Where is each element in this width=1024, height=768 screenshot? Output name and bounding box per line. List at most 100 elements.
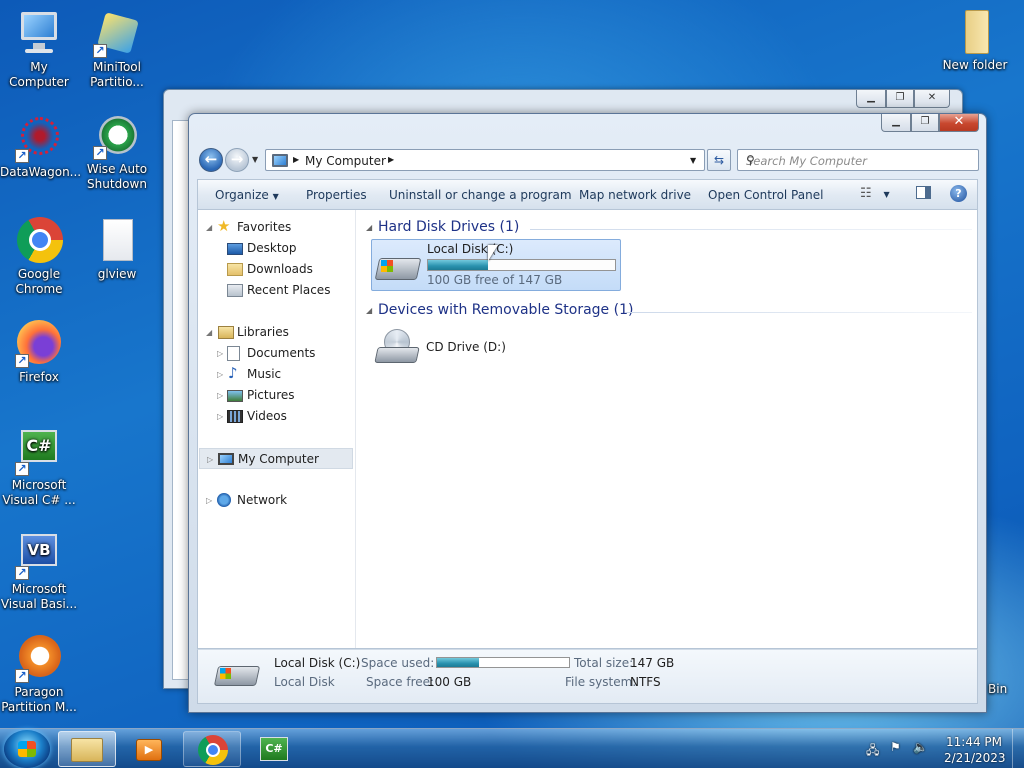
properties-button[interactable]: Properties (306, 188, 367, 202)
preview-pane-button[interactable] (916, 186, 931, 202)
nav-favorites[interactable]: ◢ ★ Favorites (198, 217, 354, 238)
arrow-right-icon: → (230, 150, 244, 168)
group-header-removable-storage[interactable]: Devices with Removable Storage (1) (378, 302, 633, 318)
drive-tile-cd-drive-d[interactable]: CD Drive (D:) (371, 324, 571, 374)
close-button[interactable]: ✕ (914, 90, 950, 108)
group-collapse-icon[interactable]: ◢ (366, 306, 372, 315)
help-button[interactable]: ? (950, 185, 967, 202)
minimize-button[interactable]: ▁ (881, 114, 911, 132)
group-collapse-icon[interactable]: ◢ (366, 223, 372, 232)
nav-libraries[interactable]: ◢ Libraries (198, 322, 354, 343)
desktop-icon-firefox[interactable]: ↗ Firefox (0, 320, 78, 385)
details-space-free-label: Space free: (366, 675, 435, 689)
details-drive-type: Local Disk (274, 675, 335, 689)
expand-arrow-icon[interactable]: ◢ (206, 322, 212, 343)
details-capacity-bar (436, 657, 570, 668)
desktop-icon-chrome[interactable]: Google Chrome (0, 217, 78, 297)
content-area: ◢ ★ Favorites Desktop Downloads Recent P… (197, 209, 978, 649)
breadcrumb-my-computer[interactable]: My Computer (305, 154, 386, 168)
visual-csharp-icon: C# ↗ (15, 428, 63, 476)
minimize-button[interactable]: ▁ (856, 90, 886, 108)
breadcrumb-separator-icon[interactable]: ▶ (293, 155, 299, 164)
nav-pictures[interactable]: ▷ Pictures (198, 385, 354, 406)
volume-icon[interactable]: 🔈 (913, 740, 928, 754)
media-player-icon: ▶ (136, 739, 162, 761)
maximize-button[interactable]: ❐ (886, 90, 914, 108)
collapse-arrow-icon[interactable]: ▷ (217, 385, 223, 406)
collapse-arrow-icon[interactable]: ▷ (217, 364, 223, 385)
maximize-button[interactable]: ❐ (911, 114, 939, 132)
details-file-system-label: File system: (565, 675, 637, 689)
address-dropdown-icon[interactable]: ▼ (690, 156, 696, 165)
drive-name: Local Disk (C:) (427, 242, 514, 256)
nav-desktop[interactable]: Desktop (198, 238, 354, 259)
nav-recent-places[interactable]: Recent Places (198, 280, 354, 301)
collapse-arrow-icon[interactable]: ▷ (206, 490, 212, 511)
desktop-icon-new-folder[interactable]: New folder (936, 8, 1014, 73)
computer-icon (218, 453, 234, 465)
desktop-icon-visual-basic[interactable]: VB ↗ Microsoft Visual Basi... (0, 532, 78, 612)
network-tray-icon[interactable]: 🖧 (866, 741, 879, 762)
taskbar: ▶ C# 🖧 ⚑ 🔈 11:44 PM 2/21/2023 (0, 728, 1024, 768)
uninstall-program-button[interactable]: Uninstall or change a program (389, 188, 572, 202)
organize-button[interactable]: Organize ▼ (215, 188, 279, 202)
details-total-size-value: 147 GB (630, 656, 675, 670)
pictures-icon (227, 390, 243, 402)
action-center-flag-icon[interactable]: ⚑ (890, 740, 901, 754)
desktop-icon-wise-shutdown[interactable]: ↗ Wise Auto Shutdown (78, 112, 156, 192)
change-view-button[interactable]: ☷ ▼ (860, 186, 890, 201)
explorer-window[interactable]: ▁ ❐ ✕ ← → ▼ ▶ My Computer ▶ ▼ ⇆ Search M… (188, 113, 987, 713)
forward-button[interactable]: → (225, 148, 249, 172)
nav-network[interactable]: ▷ Network (198, 490, 354, 511)
desktop-icon-my-computer[interactable]: My Computer (0, 10, 78, 90)
hard-drive-icon (374, 250, 423, 286)
documents-icon (227, 346, 240, 361)
collapse-arrow-icon[interactable]: ▷ (217, 406, 223, 427)
clock[interactable]: 11:44 PM 2/21/2023 (944, 734, 1006, 766)
paragon-icon: ↗ (15, 635, 63, 683)
show-desktop-button[interactable] (1012, 729, 1024, 768)
nav-videos[interactable]: ▷ Videos (198, 406, 354, 427)
details-file-system-value: NTFS (630, 675, 661, 689)
close-button[interactable]: ✕ (939, 114, 979, 132)
details-drive-name: Local Disk (C:) (274, 656, 361, 670)
clock-time: 11:44 PM (946, 735, 1002, 749)
taskbar-chrome[interactable] (183, 731, 241, 767)
collapse-arrow-icon[interactable]: ▷ (217, 343, 223, 364)
group-header-hard-disk-drives[interactable]: Hard Disk Drives (1) (378, 219, 519, 235)
taskbar-visual-csharp[interactable]: C# (246, 731, 304, 767)
capacity-bar-fill (428, 260, 488, 270)
chrome-icon-center (206, 743, 220, 757)
refresh-button[interactable]: ⇆ (707, 149, 731, 171)
nav-my-computer[interactable]: ▷ My Computer (199, 448, 353, 469)
refresh-icon: ⇆ (713, 153, 725, 167)
expand-arrow-icon[interactable]: ◢ (206, 217, 212, 238)
taskbar-explorer[interactable] (58, 731, 116, 767)
desktop-icon-paragon[interactable]: ↗ Paragon Partition M... (0, 635, 78, 715)
nav-music[interactable]: ▷ ♪ Music (198, 364, 354, 385)
chevron-down-icon: ▼ (272, 192, 279, 201)
desktop-icon-visual-csharp[interactable]: C# ↗ Microsoft Visual C# ... (0, 428, 78, 508)
map-network-drive-button[interactable]: Map network drive (579, 188, 691, 202)
start-button[interactable] (4, 730, 50, 768)
command-bar: Organize ▼ Properties Uninstall or chang… (197, 179, 978, 209)
search-icon[interactable]: ⚲ (746, 153, 972, 167)
taskbar-media-player[interactable]: ▶ (120, 731, 178, 767)
windows-logo-icon (18, 741, 36, 757)
breadcrumb-separator-icon[interactable]: ▶ (388, 155, 394, 164)
computer-icon (15, 10, 63, 58)
nav-downloads[interactable]: Downloads (198, 259, 354, 280)
recent-pages-dropdown[interactable]: ▼ (252, 155, 258, 164)
back-button[interactable]: ← (199, 148, 223, 172)
clock-date: 2/21/2023 (944, 751, 1006, 765)
open-control-panel-button[interactable]: Open Control Panel (708, 188, 823, 202)
nav-documents[interactable]: ▷ Documents (198, 343, 354, 364)
search-input[interactable]: Search My Computer ⚲ (737, 149, 979, 171)
recent-places-icon (227, 284, 243, 297)
address-bar[interactable]: ▶ My Computer ▶ ▼ (265, 149, 705, 171)
collapse-arrow-icon[interactable]: ▷ (207, 449, 213, 470)
desktop-icon-glview[interactable]: glview (78, 217, 156, 282)
desktop-icon-minitool[interactable]: ↗ MiniTool Partitio... (78, 10, 156, 90)
hard-drive-icon (213, 660, 262, 696)
desktop-icon-datawagon[interactable]: ↗ DataWagon... (0, 115, 81, 180)
